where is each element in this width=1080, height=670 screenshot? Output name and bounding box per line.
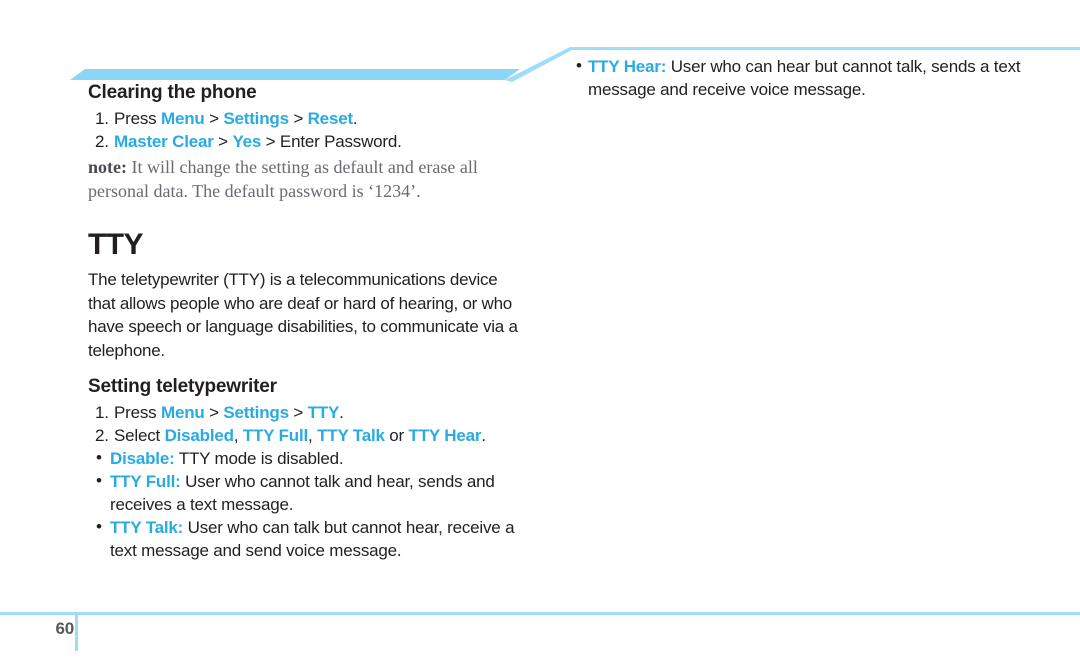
step-item: 1. Press Menu > Settings > Reset. xyxy=(88,107,518,130)
clearing-steps-list: 1. Press Menu > Settings > Reset. 2. Mas… xyxy=(88,107,518,153)
list-item: • TTY Hear: User who can hear but cannot… xyxy=(568,55,1038,101)
menu-path-token: Settings xyxy=(223,403,289,422)
setting-steps-list: 1. Press Menu > Settings > TTY. 2. Selec… xyxy=(88,401,518,447)
menu-path-token: Menu xyxy=(160,403,205,422)
page-number: 60 xyxy=(55,619,74,638)
plain-text-run: > Enter Password. xyxy=(261,132,402,151)
tty-mode-bullet-list-continued: • TTY Hear: User who can hear but cannot… xyxy=(568,55,1038,101)
step-item: 1. Press Menu > Settings > TTY. xyxy=(88,401,518,424)
plain-text-run: Press xyxy=(114,403,161,422)
tty-description: The teletypewriter (TTY) is a telecommun… xyxy=(88,270,518,360)
plain-text-run: > xyxy=(288,403,308,422)
plain-text-run: > xyxy=(204,403,224,422)
bullet-term: TTY Hear: xyxy=(588,57,667,76)
note-block: note: It will change the setting as defa… xyxy=(88,155,518,203)
plain-text-run: Select xyxy=(114,426,165,445)
step-number: 2. xyxy=(95,132,109,151)
menu-path-token: Reset xyxy=(307,109,354,128)
bullet-term: TTY Talk: xyxy=(110,518,184,537)
plain-text-run: , xyxy=(233,426,243,445)
step-text: Press Menu > Settings > TTY. xyxy=(114,403,344,422)
menu-path-token: Disabled xyxy=(164,426,234,445)
footer-rule xyxy=(0,612,1080,615)
heading-setting-teletypewriter: Setting teletypewriter xyxy=(88,376,277,397)
bullet-dot-icon: • xyxy=(96,448,102,467)
menu-path-token: Master Clear xyxy=(114,132,214,151)
menu-path-token: Settings xyxy=(223,109,289,128)
plain-text-run: . xyxy=(481,426,486,445)
left-column: Clearing the phone 1. Press Menu > Setti… xyxy=(88,82,518,562)
right-column: • TTY Hear: User who can hear but cannot… xyxy=(568,55,1038,101)
list-item: • TTY Talk: User who can talk but cannot… xyxy=(88,516,518,562)
plain-text-run: . xyxy=(352,109,358,128)
note-text: It will change the setting as default an… xyxy=(88,157,478,201)
step-number: 1. xyxy=(95,403,109,422)
menu-path-token: TTY Talk xyxy=(317,426,385,445)
plain-text-run: > xyxy=(288,109,308,128)
menu-path-token: Yes xyxy=(232,132,262,151)
step-text: Master Clear > Yes > Enter Password. xyxy=(114,132,402,151)
bullet-dot-icon: • xyxy=(96,471,102,490)
plain-text-run: or xyxy=(384,426,409,445)
plain-text-run: > xyxy=(213,132,233,151)
bullet-dot-icon: • xyxy=(576,56,582,75)
step-item: 2. Master Clear > Yes > Enter Password. xyxy=(88,130,518,153)
step-number: 1. xyxy=(95,109,109,128)
menu-path-token: Menu xyxy=(160,109,205,128)
list-item: • Disable: TTY mode is disabled. xyxy=(88,447,518,470)
note-label: note: xyxy=(88,157,127,177)
menu-path-token: TTY Full xyxy=(242,426,309,445)
plain-text-run: Press xyxy=(114,109,161,128)
manual-page: Clearing the phone 1. Press Menu > Setti… xyxy=(0,0,1080,670)
bullet-term: TTY Full: xyxy=(110,472,181,491)
bullet-dot-icon: • xyxy=(96,517,102,536)
heading-tty: TTY xyxy=(88,228,143,261)
list-item: • TTY Full: User who cannot talk and hea… xyxy=(88,470,518,516)
plain-text-run: > xyxy=(204,109,224,128)
step-number: 2. xyxy=(95,426,109,445)
banner-thick-bar xyxy=(70,69,520,80)
bullet-term: Disable: xyxy=(110,449,175,468)
footer-tick-mark xyxy=(75,612,78,651)
step-text: Select Disabled, TTY Full, TTY Talk or T… xyxy=(114,426,486,445)
tty-mode-bullet-list: • Disable: TTY mode is disabled. • TTY F… xyxy=(88,447,518,562)
plain-text-run: . xyxy=(339,403,344,422)
plain-text-run: , xyxy=(308,426,318,445)
heading-clearing-the-phone: Clearing the phone xyxy=(88,82,257,103)
menu-path-token: TTY Hear xyxy=(408,426,482,445)
step-item: 2. Select Disabled, TTY Full, TTY Talk o… xyxy=(88,424,518,447)
step-text: Press Menu > Settings > Reset. xyxy=(114,109,358,128)
menu-path-token: TTY xyxy=(307,403,340,422)
bullet-description: TTY mode is disabled. xyxy=(174,449,344,468)
